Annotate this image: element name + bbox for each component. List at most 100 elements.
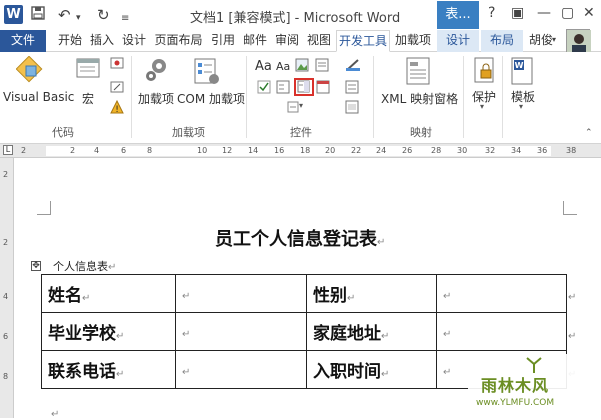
tab-page-layout[interactable]: 页面布局 xyxy=(151,30,206,52)
tab-home[interactable]: 开始 xyxy=(55,30,85,52)
com-addins-icon[interactable] xyxy=(193,56,221,89)
paragraph-mark: ↵ xyxy=(377,237,386,248)
protect-document-icon[interactable] xyxy=(473,56,497,89)
ruler-number: 30 xyxy=(457,146,468,155)
table-cell[interactable]: 姓名↵ xyxy=(41,274,176,313)
tab-design[interactable]: 设计 xyxy=(119,30,149,52)
cell-label: 家庭地址 xyxy=(313,324,381,344)
tab-mailings[interactable]: 邮件 xyxy=(240,30,270,52)
ribbon-display-icon[interactable]: ▣ xyxy=(511,5,524,21)
group-separator xyxy=(246,56,247,138)
group-icon[interactable] xyxy=(345,100,359,114)
tab-table-layout[interactable]: 布局 xyxy=(481,30,523,52)
legacy-tools-dropdown-icon[interactable]: ▾ xyxy=(299,101,303,110)
ruler-number: 4 xyxy=(3,292,9,301)
table-cell[interactable]: ↵ xyxy=(436,312,567,351)
checkbox-content-control-icon[interactable] xyxy=(257,80,271,94)
properties-icon[interactable] xyxy=(345,80,359,94)
save-icon[interactable] xyxy=(31,6,45,24)
row-end-mark: ↵ xyxy=(568,331,577,342)
combo-box-content-control-icon[interactable] xyxy=(276,80,290,94)
macro-icon[interactable] xyxy=(75,56,103,87)
customize-qat-icon[interactable]: ≡ xyxy=(121,10,129,28)
table-cell[interactable]: ↵ xyxy=(175,274,307,313)
table-cell[interactable]: 入职时间↵ xyxy=(306,350,437,389)
tab-insert[interactable]: 插入 xyxy=(87,30,117,52)
legacy-tools-icon[interactable] xyxy=(286,100,300,114)
tab-references[interactable]: 引用 xyxy=(208,30,238,52)
pause-recording-icon[interactable] xyxy=(110,80,124,94)
xml-mapping-pane-icon[interactable] xyxy=(404,56,432,89)
tab-developer[interactable]: 开发工具 xyxy=(336,30,390,52)
protect-dropdown-icon[interactable]: ▾ xyxy=(480,102,484,111)
table-cell[interactable]: 家庭地址↵ xyxy=(306,312,437,351)
row-end-mark: ↵ xyxy=(568,292,577,303)
cell-mark: ↵ xyxy=(381,369,390,380)
table-caption[interactable]: 个人信息表↵ xyxy=(53,258,116,274)
table-cell[interactable]: ↵ xyxy=(175,312,307,351)
cell-label: 姓名 xyxy=(48,286,82,306)
avatar[interactable] xyxy=(566,29,591,54)
tab-addins[interactable]: 加载项 xyxy=(392,30,434,52)
page-title[interactable]: 员工个人信息登记表↵ xyxy=(215,225,385,251)
close-button[interactable]: ✕ xyxy=(583,5,595,21)
paragraph-mark: ↵ xyxy=(51,409,60,420)
tab-selector-icon[interactable]: L xyxy=(3,145,13,155)
date-picker-content-control-icon[interactable] xyxy=(316,80,330,94)
undo-dropdown-icon[interactable]: ▾ xyxy=(76,9,81,27)
title-bar: W ↶ ▾ ↻ ≡ 文档1 [兼容模式] - Microsoft Word 表.… xyxy=(0,0,601,30)
ruler-number: 8 xyxy=(3,372,9,381)
horizontal-ruler[interactable]: L 2 2 4 6 8 10 12 14 16 18 20 22 24 26 2… xyxy=(0,144,601,158)
ruler-number: 38 xyxy=(566,146,577,155)
macro-button[interactable]: 宏 xyxy=(82,90,94,107)
table-cell[interactable]: 性别↵ xyxy=(306,274,437,313)
table-tools-tab-header[interactable]: 表... xyxy=(437,1,479,29)
addins-gear-icon[interactable] xyxy=(142,56,170,89)
table-move-handle-icon[interactable]: ✥ xyxy=(31,261,41,271)
com-addins-button[interactable]: COM 加载项 xyxy=(177,90,245,107)
paragraph-mark: ↵ xyxy=(108,262,117,273)
building-block-gallery-icon[interactable] xyxy=(315,58,329,72)
watermark-url: www.YLMFU.COM xyxy=(476,398,555,408)
design-mode-icon[interactable] xyxy=(345,58,360,72)
dropdown-list-content-control-icon[interactable] xyxy=(294,78,314,96)
plain-text-content-control-icon[interactable]: Aa xyxy=(276,60,290,73)
ruler-number: 12 xyxy=(222,146,233,155)
controls-group-label: 控件 xyxy=(290,126,312,139)
cell-mark: ↵ xyxy=(182,290,191,302)
collapse-ribbon-icon[interactable]: ⌃ xyxy=(585,128,593,138)
addins-button[interactable]: 加载项 xyxy=(138,90,174,107)
ruler-number: 14 xyxy=(248,146,259,155)
template-dropdown-icon[interactable]: ▾ xyxy=(519,102,523,111)
document-template-icon[interactable]: W xyxy=(510,56,536,89)
table-cell[interactable]: 联系电话↵ xyxy=(41,350,176,389)
ruler-number: 18 xyxy=(300,146,311,155)
tab-file[interactable]: 文件 xyxy=(0,30,46,52)
picture-content-control-icon[interactable] xyxy=(295,58,309,72)
undo-icon[interactable]: ↶ xyxy=(58,6,71,24)
maximize-button[interactable]: ▢ xyxy=(561,5,574,21)
record-macro-icon[interactable] xyxy=(110,56,124,70)
word-app-icon[interactable]: W xyxy=(4,5,23,24)
table-cell[interactable]: ↵ xyxy=(175,350,307,389)
redo-icon[interactable]: ↻ xyxy=(97,6,110,24)
minimize-button[interactable]: — xyxy=(537,5,551,21)
cell-mark: ↵ xyxy=(443,328,452,340)
tab-view[interactable]: 视图 xyxy=(304,30,334,52)
ruler-number: 24 xyxy=(376,146,387,155)
user-dropdown-icon[interactable]: ▾ xyxy=(552,35,556,44)
tab-review[interactable]: 审阅 xyxy=(272,30,302,52)
macro-security-warning-icon[interactable]: ! xyxy=(110,99,124,115)
help-icon[interactable]: ? xyxy=(488,5,495,21)
visual-basic-button[interactable]: Visual Basic xyxy=(3,90,74,104)
vertical-ruler[interactable]: 2 2 4 6 8 xyxy=(0,158,14,418)
ruler-number: 6 xyxy=(121,146,127,155)
xml-mapping-pane-button[interactable]: XML 映射窗格 xyxy=(381,90,458,107)
rich-text-content-control-icon[interactable]: Aa xyxy=(255,59,272,74)
table-cell[interactable]: 毕业学校↵ xyxy=(41,312,176,351)
visual-basic-icon[interactable] xyxy=(15,55,44,87)
tab-table-design[interactable]: 设计 xyxy=(437,30,479,52)
table-cell[interactable]: ↵ xyxy=(436,274,567,313)
page-title-text: 员工个人信息登记表 xyxy=(215,229,377,250)
cell-mark: ↵ xyxy=(182,328,191,340)
